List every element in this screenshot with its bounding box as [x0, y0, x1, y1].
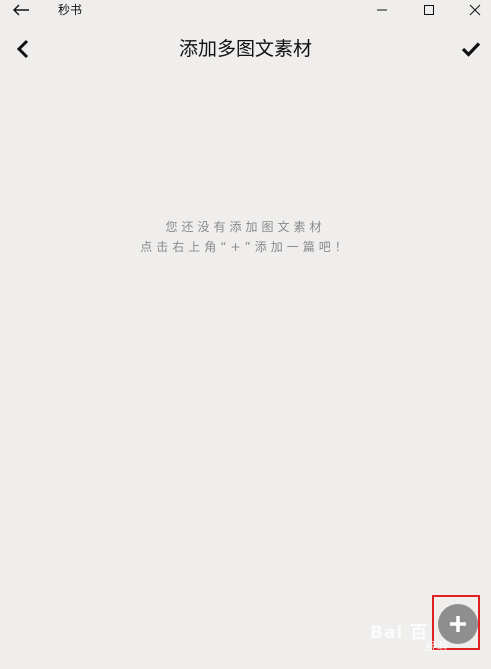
close-icon: [469, 4, 481, 16]
check-icon: [461, 42, 481, 57]
arrow-left-icon: [13, 4, 29, 16]
empty-state-line-1: 您还没有添加图文素材: [165, 220, 326, 234]
window-back-button[interactable]: [11, 2, 31, 18]
page-title: 添加多图文素材: [178, 38, 312, 60]
confirm-button[interactable]: [458, 36, 484, 62]
watermark: Bai 百 经验: [370, 616, 480, 661]
maximize-icon: [424, 5, 434, 15]
watermark-sub: 经验: [426, 640, 448, 653]
empty-state-line-2: 点击右上角“+”添加一篇吧！: [140, 240, 351, 254]
window-titlebar: 秒书: [0, 0, 491, 20]
close-button[interactable]: [458, 0, 491, 20]
app-header: 添加多图文素材: [0, 28, 491, 72]
minimize-icon: [377, 9, 387, 11]
window-title: 秒书: [58, 3, 83, 17]
watermark-brand: Bai 百: [370, 623, 429, 643]
maximize-button[interactable]: [412, 0, 446, 20]
minimize-button[interactable]: [365, 0, 399, 20]
